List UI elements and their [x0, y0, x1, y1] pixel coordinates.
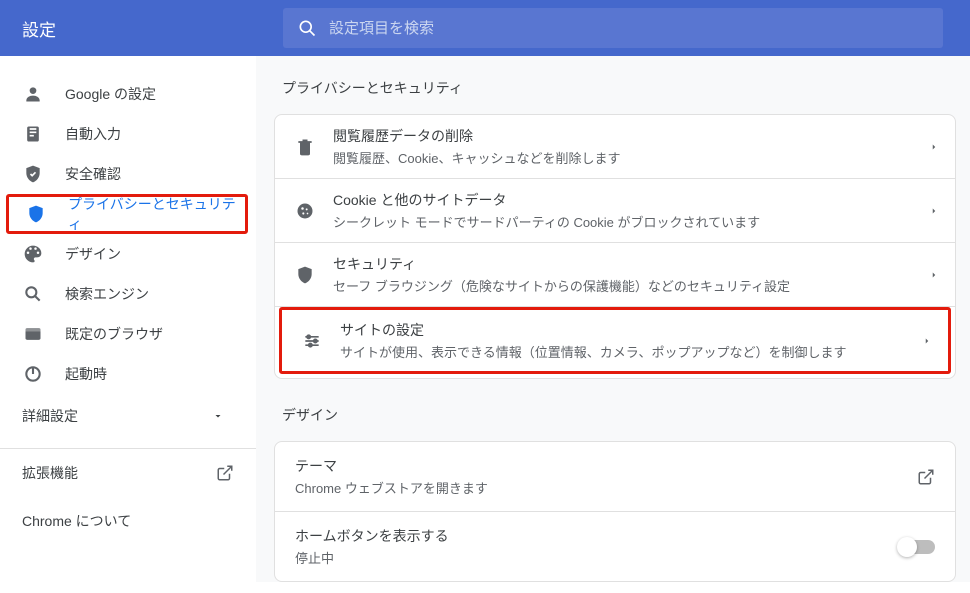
assignment-icon — [23, 124, 43, 144]
sidebar-item-privacy[interactable]: プライバシーとセキュリティ — [6, 194, 248, 234]
shield-icon — [26, 204, 46, 224]
sidebar-extensions[interactable]: 拡張機能 — [0, 449, 256, 497]
sidebar-item-label: Google の設定 — [65, 84, 156, 104]
person-icon — [23, 84, 43, 104]
search-icon — [297, 18, 317, 38]
row-security[interactable]: セキュリティ セーフ ブラウジング（危険なサイトからの保護機能）などのセキュリテ… — [275, 243, 955, 307]
sidebar-about[interactable]: Chrome について — [0, 497, 256, 545]
sidebar-item-label: プライバシーとセキュリティ — [68, 194, 245, 234]
section-privacy-title: プライバシーとセキュリティ — [282, 78, 956, 98]
toggle-knob — [897, 537, 917, 557]
sidebar-item-google[interactable]: Google の設定 — [0, 74, 256, 114]
row-title: サイトの設定 — [340, 320, 922, 340]
home-button-toggle[interactable] — [899, 540, 935, 554]
sidebar-item-label: 既定のブラウザ — [65, 324, 163, 344]
privacy-card: 閲覧履歴データの削除 閲覧履歴、Cookie、キャッシュなどを削除します Coo… — [274, 114, 956, 379]
row-sub: セーフ ブラウジング（危険なサイトからの保護機能）などのセキュリティ設定 — [333, 276, 929, 295]
header: 設定 — [0, 0, 970, 56]
sidebar-item-appearance[interactable]: デザイン — [0, 234, 256, 274]
row-title: 閲覧履歴データの削除 — [333, 126, 929, 146]
sidebar-item-label: 安全確認 — [65, 164, 121, 184]
sidebar-advanced-label: 詳細設定 — [22, 406, 78, 426]
verified-icon — [23, 164, 43, 184]
tune-icon — [302, 331, 322, 351]
row-sub: 閲覧履歴、Cookie、キャッシュなどを削除します — [333, 148, 929, 167]
sidebar-item-autofill[interactable]: 自動入力 — [0, 114, 256, 154]
chevron-right-icon — [922, 336, 932, 346]
search-input[interactable] — [329, 20, 929, 37]
trash-icon — [295, 137, 315, 157]
row-home-button[interactable]: ホームボタンを表示する 停止中 — [275, 512, 955, 581]
row-site-settings[interactable]: サイトの設定 サイトが使用、表示できる情報（位置情報、カメラ、ポップアップなど）… — [279, 307, 951, 374]
row-title: ホームボタンを表示する — [295, 526, 899, 546]
open-in-new-icon — [216, 464, 234, 482]
page-title: 設定 — [0, 16, 283, 41]
sidebar-advanced[interactable]: 詳細設定 — [0, 394, 256, 438]
palette-icon — [23, 244, 43, 264]
chevron-right-icon — [929, 142, 939, 152]
security-icon — [295, 265, 315, 285]
sidebar-item-startup[interactable]: 起動時 — [0, 354, 256, 394]
row-sub: シークレット モードでサードパーティの Cookie がブロックされています — [333, 212, 929, 231]
sidebar-extensions-label: 拡張機能 — [22, 463, 78, 483]
sidebar-item-label: デザイン — [65, 244, 121, 264]
sidebar-item-safety[interactable]: 安全確認 — [0, 154, 256, 194]
sidebar: Google の設定 自動入力 安全確認 プライバシーとセキュリティ デザイン … — [0, 56, 256, 582]
row-sub: 停止中 — [295, 548, 899, 567]
row-title: テーマ — [295, 456, 917, 476]
row-sub: Chrome ウェブストアを開きます — [295, 478, 917, 497]
sidebar-item-label: 検索エンジン — [65, 284, 149, 304]
row-sub: サイトが使用、表示できる情報（位置情報、カメラ、ポップアップなど）を制御します — [340, 342, 922, 361]
row-clear-browsing-data[interactable]: 閲覧履歴データの削除 閲覧履歴、Cookie、キャッシュなどを削除します — [275, 115, 955, 179]
row-theme[interactable]: テーマ Chrome ウェブストアを開きます — [275, 442, 955, 512]
sidebar-item-default-browser[interactable]: 既定のブラウザ — [0, 314, 256, 354]
sidebar-about-label: Chrome について — [22, 511, 131, 531]
sidebar-item-label: 自動入力 — [65, 124, 121, 144]
row-title: セキュリティ — [333, 254, 929, 274]
chevron-down-icon — [212, 410, 224, 422]
open-in-new-icon — [917, 468, 935, 486]
chevron-right-icon — [929, 270, 939, 280]
appearance-card: テーマ Chrome ウェブストアを開きます ホームボタンを表示する 停止中 — [274, 441, 956, 582]
row-cookies[interactable]: Cookie と他のサイトデータ シークレット モードでサードパーティの Coo… — [275, 179, 955, 243]
browser-icon — [23, 324, 43, 344]
main-content: プライバシーとセキュリティ 閲覧履歴データの削除 閲覧履歴、Cookie、キャッ… — [256, 56, 970, 582]
cookie-icon — [295, 201, 315, 221]
chevron-right-icon — [929, 206, 939, 216]
search-box[interactable] — [283, 8, 943, 48]
sidebar-item-label: 起動時 — [65, 364, 107, 384]
sidebar-item-search-engine[interactable]: 検索エンジン — [0, 274, 256, 314]
magnify-icon — [23, 284, 43, 304]
section-appearance-title: デザイン — [282, 405, 956, 425]
power-icon — [23, 364, 43, 384]
row-title: Cookie と他のサイトデータ — [333, 190, 929, 210]
